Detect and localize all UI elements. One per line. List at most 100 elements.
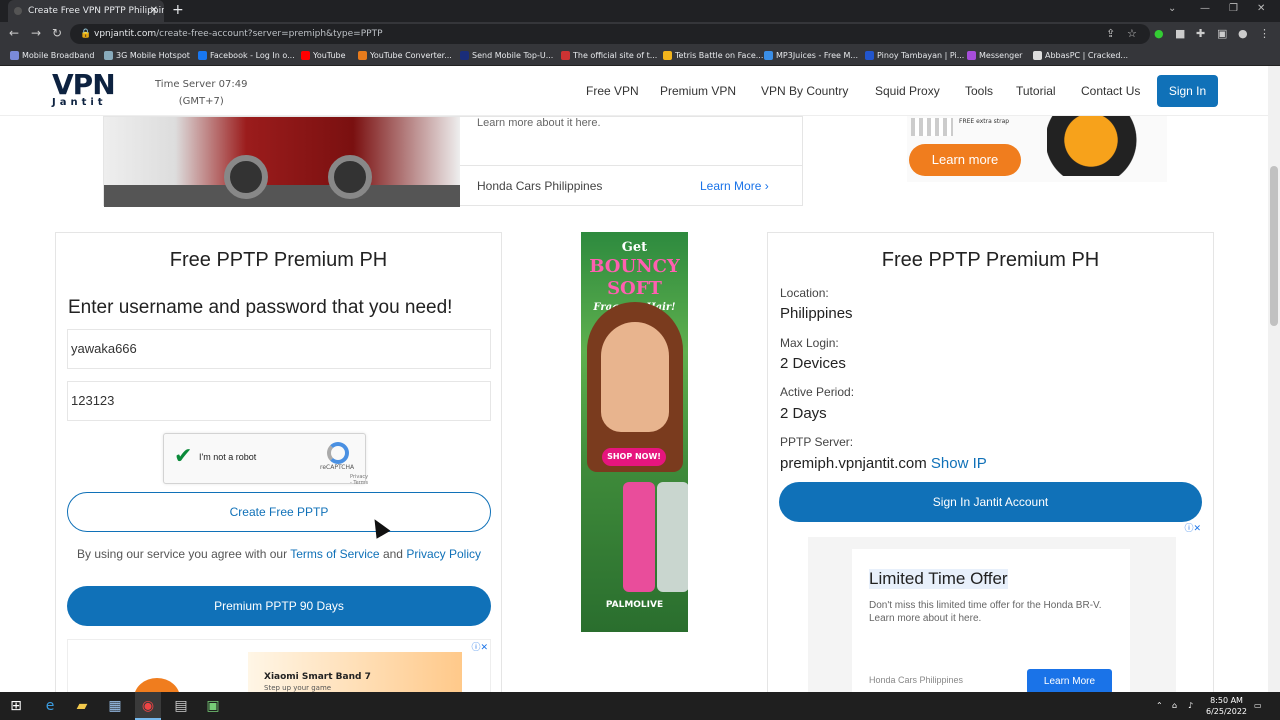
- bookmark-item[interactable]: AbbasPC | Cracked...: [1033, 46, 1128, 66]
- checkmark-icon[interactable]: ✔: [174, 444, 192, 469]
- extension-icon[interactable]: ■: [1175, 27, 1185, 40]
- web-page: VPN Jantit Time Server 07:49 (GMT+7) Fre…: [0, 66, 1268, 692]
- form-prompt: Enter username and password that you nee…: [68, 297, 453, 318]
- forward-icon[interactable]: →: [31, 26, 41, 40]
- page-scrollbar[interactable]: [1268, 66, 1280, 692]
- tray-chevron-icon[interactable]: ⌃: [1156, 700, 1163, 711]
- ad-learn-more-link[interactable]: Learn More ›: [700, 179, 769, 193]
- site-logo[interactable]: VPN Jantit: [52, 71, 116, 108]
- recaptcha-brand: reCAPTCHA: [320, 464, 355, 471]
- nav-squid-proxy[interactable]: Squid Proxy: [875, 84, 940, 98]
- ad-advertiser: Honda Cars Philippines: [869, 675, 964, 685]
- close-window-icon[interactable]: ✕: [1257, 3, 1265, 14]
- nav-tutorial[interactable]: Tutorial: [1016, 84, 1056, 98]
- site-header: VPN Jantit Time Server 07:49 (GMT+7) Fre…: [0, 66, 1268, 116]
- menu-icon[interactable]: ⋮: [1259, 27, 1270, 40]
- url-input[interactable]: 🔒 vpnjantit.com/create-free-account?serv…: [70, 24, 1150, 44]
- ad-line-3: SOFT: [607, 278, 662, 299]
- minimize-icon[interactable]: —: [1200, 3, 1210, 14]
- create-account-card: Free PPTP Premium PH Enter username and …: [55, 232, 502, 692]
- close-tab-icon[interactable]: ✕: [150, 0, 158, 22]
- username-field[interactable]: yawaka666: [67, 329, 491, 369]
- app-icon[interactable]: ▣: [204, 697, 222, 715]
- scrollbar-thumb[interactable]: [1270, 166, 1278, 326]
- banner-ad[interactable]: Learn more about it here. Honda Cars Phi…: [103, 116, 803, 207]
- bookmark-item[interactable]: YouTube Converter...: [358, 46, 452, 66]
- ad-line-2: BOUNCY: [589, 256, 680, 277]
- max-login-label: Max Login:: [780, 336, 839, 350]
- bookmark-item[interactable]: Mobile Broadband: [10, 46, 94, 66]
- sign-in-jantit-button[interactable]: Sign In Jantit Account: [779, 482, 1202, 522]
- recaptcha-links[interactable]: Privacy - Terms: [350, 474, 368, 486]
- bookmark-item[interactable]: Pinoy Tambayan | Pi...: [865, 46, 964, 66]
- file-explorer-icon[interactable]: ▰: [73, 697, 91, 715]
- privacy-policy-link[interactable]: Privacy Policy: [406, 547, 481, 561]
- shampoo-ad[interactable]: Get BOUNCY SOFT Fragrant Hair! SHOP NOW!…: [581, 232, 688, 632]
- bookmark-item[interactable]: YouTube: [301, 46, 346, 66]
- ad-learn-more-button[interactable]: Learn more: [909, 144, 1021, 176]
- sign-in-button[interactable]: Sign In: [1157, 75, 1218, 107]
- browser-tab[interactable]: Create Free VPN PPTP Philippine ✕: [8, 0, 164, 22]
- app-icon[interactable]: ▤: [172, 697, 190, 715]
- nav-free-vpn[interactable]: Free VPN: [586, 84, 639, 98]
- bookmark-item[interactable]: Send Mobile Top-U...: [460, 46, 553, 66]
- bookmark-item[interactable]: 3G Mobile Hotspot: [104, 46, 190, 66]
- reload-icon[interactable]: ↻: [52, 26, 62, 40]
- bookmark-item[interactable]: The official site of t...: [561, 46, 657, 66]
- volume-icon[interactable]: ♪: [1188, 700, 1193, 711]
- sidepanel-icon[interactable]: ▣: [1217, 27, 1227, 40]
- account-info-card: Free PPTP Premium PH Location: Philippin…: [767, 232, 1214, 692]
- bookmark-item[interactable]: Facebook - Log In o...: [198, 46, 295, 66]
- active-period-value: 2 Days: [780, 405, 827, 422]
- create-free-pptp-button[interactable]: Create Free PPTP: [67, 492, 491, 532]
- clock[interactable]: 8:50 AM 6/25/2022: [1206, 695, 1247, 717]
- password-field[interactable]: 123123: [67, 381, 491, 421]
- honda-offer-ad[interactable]: Limited Time Offer Don't miss this limit…: [808, 537, 1176, 692]
- terms-of-service-link[interactable]: Terms of Service: [290, 547, 379, 561]
- recaptcha-widget[interactable]: ✔ I'm not a robot reCAPTCHA Privacy - Te…: [163, 433, 368, 486]
- pptp-server-label: PPTP Server:: [780, 435, 854, 449]
- edge-icon[interactable]: e: [41, 697, 59, 715]
- recaptcha-logo-icon: [327, 442, 349, 464]
- show-ip-link[interactable]: Show IP: [931, 455, 987, 472]
- bookmark-item[interactable]: Tetris Battle on Face...: [663, 46, 763, 66]
- band-ad[interactable]: FREE extra strap Learn more: [907, 116, 1167, 182]
- ad-brand-label: PALMOLIVE: [605, 600, 664, 610]
- premium-pptp-button[interactable]: Premium PPTP 90 Days: [67, 586, 491, 626]
- share-icon[interactable]: ⇪: [1106, 27, 1115, 40]
- app-icon[interactable]: ▦: [106, 697, 124, 715]
- network-icon[interactable]: ⌂: [1172, 700, 1177, 711]
- terms-text: By using our service you agree with our …: [77, 547, 481, 561]
- profile-avatar-icon[interactable]: ●: [1238, 27, 1248, 40]
- bottle-image: [657, 482, 688, 592]
- watch-image: [1047, 116, 1157, 176]
- tab-search-icon[interactable]: ⌄: [1168, 3, 1176, 14]
- new-tab-icon[interactable]: +: [172, 2, 184, 18]
- extension-icon[interactable]: ●: [1154, 27, 1164, 40]
- ad-choices-icon[interactable]: ⓘ✕: [1184, 521, 1201, 534]
- nav-tools[interactable]: Tools: [965, 84, 993, 98]
- bands-image: [911, 118, 953, 136]
- bookmark-star-icon[interactable]: ☆: [1127, 27, 1137, 40]
- ad-heading: Limited Time Offer: [869, 569, 1008, 589]
- windows-start-icon[interactable]: ⊞: [7, 697, 25, 715]
- ad-small-text: FREE extra strap: [959, 118, 1010, 125]
- ad-choices-icon[interactable]: ⓘ✕: [471, 640, 488, 653]
- bookmark-item[interactable]: Messenger: [967, 46, 1022, 66]
- ad-learn-more-button[interactable]: Learn More: [1027, 669, 1112, 692]
- back-icon[interactable]: ←: [9, 26, 19, 40]
- bookmark-item[interactable]: MP3Juices - Free M...: [764, 46, 858, 66]
- puzzle-icon[interactable]: ✚: [1196, 27, 1205, 40]
- shop-now-button[interactable]: SHOP NOW!: [602, 448, 666, 466]
- notifications-icon[interactable]: ▭: [1254, 700, 1262, 711]
- restore-icon[interactable]: ❐: [1229, 3, 1238, 14]
- nav-vpn-by-country[interactable]: VPN By Country: [761, 84, 848, 98]
- url-path: /create-free-account?server=premiph&type…: [156, 29, 383, 39]
- address-bar-row: ← → ↻ 🔒 vpnjantit.com/create-free-accoun…: [0, 22, 1280, 46]
- chrome-icon[interactable]: ◉: [139, 697, 157, 715]
- time-server: Time Server 07:49 (GMT+7): [155, 79, 248, 107]
- location-label: Location:: [780, 286, 829, 300]
- nav-contact-us[interactable]: Contact Us: [1081, 84, 1140, 98]
- nav-premium-vpn[interactable]: Premium VPN: [660, 84, 736, 98]
- band-ad-small[interactable]: Xiaomi Smart Band 7 Step up your game ⓘ✕: [67, 639, 491, 692]
